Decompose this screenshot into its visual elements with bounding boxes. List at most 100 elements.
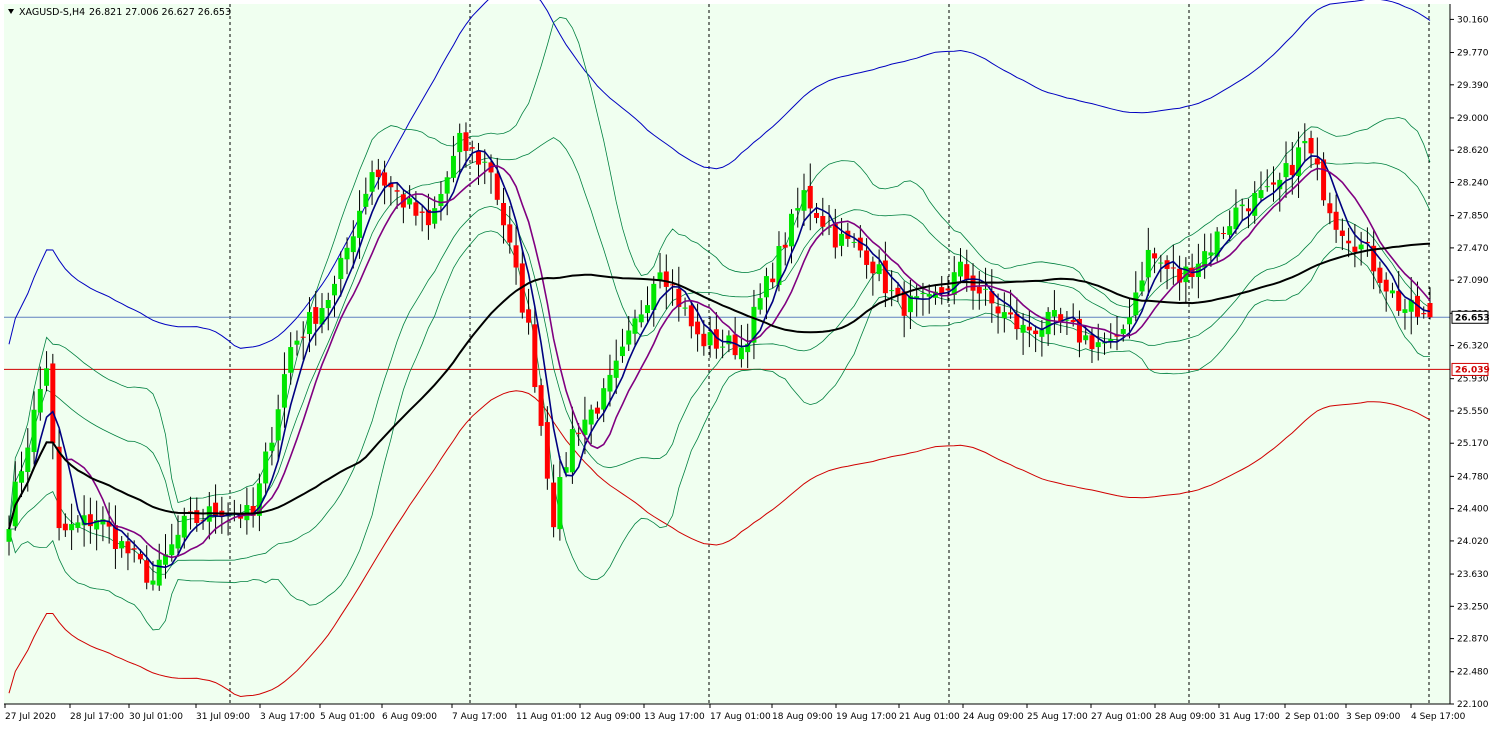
candle-body [475, 150, 481, 165]
candle-body [181, 515, 187, 538]
candle-body [788, 213, 794, 247]
time-tick-label: 17 Aug 01:00 [710, 712, 771, 722]
price-tick-label: 28.620 [1457, 146, 1489, 156]
candle-body [983, 288, 989, 290]
candle-body [707, 332, 713, 346]
chart-window: XAGUSD-S,H4 26.821 27.006 26.627 26.653 … [0, 0, 1493, 730]
candle-body [1152, 253, 1158, 259]
chart-header: XAGUSD-S,H4 26.821 27.006 26.627 26.653 [8, 7, 231, 18]
candle-body [738, 347, 744, 360]
candle-body [1258, 190, 1264, 199]
price-tick-label: 27.090 [1457, 276, 1489, 286]
candle-body [770, 278, 776, 283]
candle-body [557, 477, 563, 530]
candle-body [1233, 207, 1239, 230]
time-tick-label: 25 Aug 17:00 [1027, 712, 1088, 722]
time-tick-label: 13 Aug 17:00 [644, 712, 705, 722]
candle-body [763, 276, 769, 298]
candle-body [532, 324, 538, 388]
price-chart[interactable]: XAGUSD-S,H4 26.821 27.006 26.627 26.653 … [0, 0, 1493, 730]
time-tick-label: 24 Aug 09:00 [963, 712, 1024, 722]
candle-body [6, 529, 12, 542]
candle-body [150, 580, 156, 585]
candle-body [1220, 233, 1226, 235]
price-axis[interactable]: 30.160 29.770 29.390 29.000 28.620 28.240 27.8… [1449, 4, 1489, 710]
candle-body [701, 333, 707, 347]
candle-body [688, 305, 694, 327]
time-tick-label: 30 Jul 01:00 [129, 712, 183, 722]
candle-body [306, 312, 312, 335]
candle-body [1389, 290, 1395, 294]
candle-body [338, 257, 344, 280]
candle-body [1083, 335, 1089, 341]
candle-body [482, 161, 488, 163]
candle-body [432, 208, 438, 224]
candle-body [407, 198, 413, 205]
candle-body [1245, 208, 1251, 212]
candle-body [1089, 335, 1095, 350]
plot-area[interactable] [4, 4, 1450, 704]
candle-body [119, 541, 125, 549]
time-tick-label: 19 Aug 17:00 [836, 712, 897, 722]
candle-body [632, 318, 638, 334]
candle-body [175, 534, 181, 549]
price-tick-label: 25.930 [1457, 375, 1489, 385]
candle-body [294, 340, 300, 345]
time-tick-label: 31 Aug 17:00 [1219, 712, 1280, 722]
candle-body [1033, 330, 1039, 335]
symbol-label: XAGUSD-S,H4 [19, 7, 85, 18]
time-tick-label: 21 Aug 01:00 [899, 712, 960, 722]
price-tick-label: 23.250 [1457, 602, 1489, 612]
candle-body [1402, 309, 1408, 313]
candle-body [438, 193, 444, 207]
candle-body [1127, 317, 1133, 325]
candle-body [275, 409, 281, 441]
time-tick-label: 27 Aug 01:00 [1091, 712, 1152, 722]
candle-body [19, 471, 25, 483]
candle-body [1283, 163, 1289, 178]
time-tick-label: 4 Sep 17:00 [1411, 712, 1466, 722]
candle-body [607, 374, 613, 392]
candle-body [782, 244, 788, 248]
candle-body [820, 216, 826, 227]
candle-body [263, 451, 269, 484]
candle-body [1070, 320, 1076, 323]
candle-body [870, 261, 876, 274]
candle-body [720, 346, 726, 348]
candle-body [1145, 249, 1151, 278]
candle-body [795, 208, 801, 211]
candle-body [1358, 244, 1364, 250]
candle-body [839, 233, 845, 246]
candle-body [300, 336, 306, 338]
price-tick-label: 22.870 [1457, 635, 1489, 645]
candle-body [1427, 303, 1433, 318]
candle-body [1252, 192, 1258, 216]
candle-body [1227, 226, 1233, 235]
candle-body [137, 553, 143, 560]
candle-body [281, 374, 287, 408]
candle-body [670, 284, 676, 286]
price-tick-label: 29.770 [1457, 49, 1489, 59]
price-tick-label: 23.630 [1457, 570, 1489, 580]
candle-body [125, 541, 131, 554]
candle-body [976, 286, 982, 294]
candle-body [313, 307, 319, 324]
time-tick-label: 3 Sep 09:00 [1346, 712, 1401, 722]
time-tick-label: 2 Sep 01:00 [1285, 712, 1340, 722]
ohlc-readout: 26.821 27.006 26.627 26.653 [89, 7, 231, 18]
price-tick-label: 29.000 [1457, 114, 1489, 124]
candle-body [325, 300, 331, 309]
price-tick-label: 27.470 [1457, 244, 1489, 254]
time-axis[interactable]: 27 Jul 2020 28 Jul 17:00 30 Jul 01:00 31 Ju… [4, 703, 1466, 722]
candle-body [682, 307, 688, 309]
candle-body [513, 245, 519, 268]
candle-body [450, 155, 456, 178]
candle-body [801, 190, 807, 211]
candle-body [288, 347, 294, 373]
level-price-text: 26.039 [1455, 365, 1490, 375]
candle-body [25, 447, 31, 473]
price-tick-label: 27.850 [1457, 212, 1489, 222]
candle-body [1289, 164, 1295, 176]
time-tick-label: 31 Jul 09:00 [196, 712, 250, 722]
candle-body [851, 241, 857, 243]
